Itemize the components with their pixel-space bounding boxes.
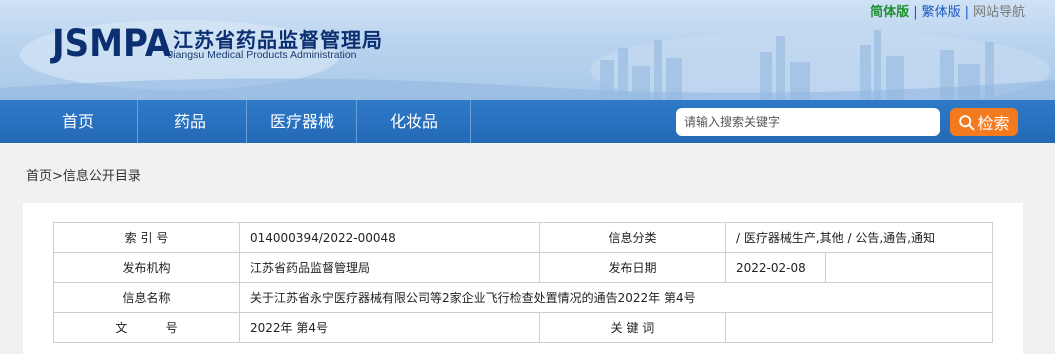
breadcrumb: 首页>信息公开目录 xyxy=(26,165,141,184)
table-row: 文 号 2022年 第4号 关 键 词 xyxy=(53,312,993,343)
empty-cell xyxy=(825,252,993,283)
date-value: 2022-02-08 xyxy=(724,252,827,283)
name-label: 信息名称 xyxy=(53,282,240,313)
search-button[interactable]: 检索 xyxy=(950,108,1018,136)
breadcrumb-current[interactable]: 信息公开目录 xyxy=(63,169,141,184)
table-row: 信息名称 关于江苏省永宁医疗器械有限公司等2家企业飞行检查处置情况的通告2022… xyxy=(53,282,993,313)
publisher-label: 发布机构 xyxy=(53,252,240,283)
category-label: 信息分类 xyxy=(539,222,726,253)
date-label: 发布日期 xyxy=(539,252,726,283)
breadcrumb-home[interactable]: 首页 xyxy=(26,169,52,184)
keywords-label: 关 键 词 xyxy=(539,312,726,343)
search-icon xyxy=(959,114,975,130)
publisher-value: 江苏省药品监督管理局 xyxy=(239,252,540,283)
nav-item-medical-devices[interactable]: 医疗器械 xyxy=(243,100,361,143)
breadcrumb-separator: > xyxy=(52,169,63,184)
table-row: 索 引 号 014000394/2022-00048 信息分类 / 医疗器械生产… xyxy=(53,222,993,253)
simplified-link[interactable]: 简体版 xyxy=(870,5,909,20)
info-metadata-table: 索 引 号 014000394/2022-00048 信息分类 / 医疗器械生产… xyxy=(53,222,993,343)
nav-item-cosmetics[interactable]: 化妆品 xyxy=(355,100,473,143)
nav-item-drugs[interactable]: 药品 xyxy=(131,100,249,143)
nav-divider xyxy=(470,100,471,143)
link-separator: | xyxy=(964,5,969,20)
docno-label: 文 号 xyxy=(53,312,240,343)
site-nav-link[interactable]: 网站导航 xyxy=(973,5,1025,20)
traditional-link[interactable]: 繁体版 xyxy=(922,5,961,20)
index-label: 索 引 号 xyxy=(53,222,240,253)
category-value: / 医疗器械生产,其他 / 公告,通告,通知 xyxy=(725,222,993,253)
search-button-label: 检索 xyxy=(977,114,1010,133)
logo-abbreviation: JSMPA xyxy=(52,22,172,65)
search-input[interactable] xyxy=(676,108,940,136)
link-separator: | xyxy=(913,5,918,20)
keywords-value xyxy=(725,312,993,343)
docno-value: 2022年 第4号 xyxy=(239,312,540,343)
table-row: 发布机构 江苏省药品监督管理局 发布日期 2022-02-08 xyxy=(53,252,993,283)
index-value: 014000394/2022-00048 xyxy=(239,222,540,253)
site-title-english: Jiangsu Medical Products Administration xyxy=(168,49,357,61)
top-links: 简体版 | 繁体版 | 网站导航 xyxy=(870,1,1025,20)
name-value: 关于江苏省永宁医疗器械有限公司等2家企业飞行检查处置情况的通告2022年 第4号 xyxy=(239,282,993,313)
site-header: JSMPA 江苏省药品监督管理局 Jiangsu Medical Product… xyxy=(0,0,1055,100)
nav-item-home[interactable]: 首页 xyxy=(19,100,137,143)
